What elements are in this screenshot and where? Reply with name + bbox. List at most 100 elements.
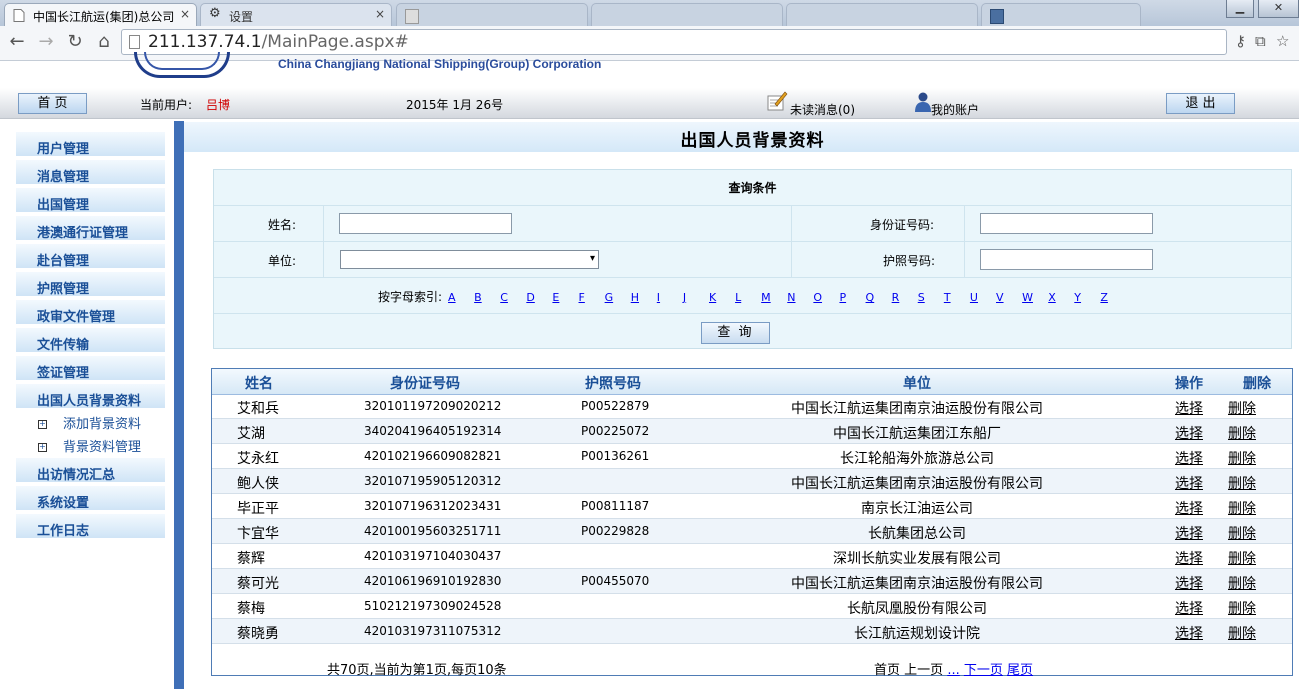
sidebar-item-background-info[interactable]: 出国人员背景资料 (16, 384, 165, 409)
browser-tab-main[interactable]: 中国长江航运(集团)总公司 × (4, 3, 197, 26)
delete-link[interactable]: 删除 (1228, 498, 1256, 518)
alpha-letter-u[interactable]: U (970, 291, 996, 304)
pager-next[interactable]: 下一页 (964, 663, 1003, 678)
logout-button[interactable]: 退 出 (1166, 93, 1235, 114)
pager-first[interactable]: 首页 (874, 663, 900, 678)
home-button[interactable]: 首 页 (18, 93, 87, 114)
delete-link[interactable]: 删除 (1228, 473, 1256, 493)
delete-link[interactable]: 删除 (1228, 398, 1256, 418)
sidebar-item-work-log[interactable]: 工作日志 (16, 514, 165, 539)
alpha-letter-v[interactable]: V (996, 291, 1022, 304)
select-link[interactable]: 选择 (1175, 573, 1203, 593)
close-window-button[interactable]: ✕ (1258, 0, 1299, 18)
alpha-letter-p[interactable]: P (839, 291, 865, 304)
alpha-letter-y[interactable]: Y (1074, 291, 1100, 304)
select-link[interactable]: 选择 (1175, 623, 1203, 643)
sidebar-item-file-transfer[interactable]: 文件传输 (16, 328, 165, 353)
key-icon[interactable]: ⚷ (1235, 32, 1246, 50)
alpha-letter-d[interactable]: D (526, 291, 552, 304)
pager-ellipsis[interactable]: ... (947, 663, 959, 678)
delete-link[interactable]: 删除 (1228, 523, 1256, 543)
alpha-letter-z[interactable]: Z (1100, 291, 1126, 304)
delete-link[interactable]: 删除 (1228, 423, 1256, 443)
id-number-input[interactable] (980, 213, 1153, 234)
sidebar-item-outbound-management[interactable]: 出国管理 (16, 188, 165, 213)
sidebar-item-political-review[interactable]: 政审文件管理 (16, 300, 165, 325)
alpha-letter-s[interactable]: S (918, 291, 944, 304)
delete-link[interactable]: 删除 (1228, 598, 1256, 618)
pager-last[interactable]: 尾页 (1007, 663, 1033, 678)
delete-link[interactable]: 删除 (1228, 623, 1256, 643)
minimize-button[interactable]: ▁ (1226, 0, 1254, 18)
alpha-letter-n[interactable]: N (787, 291, 813, 304)
sidebar-item-visit-summary[interactable]: 出访情况汇总 (16, 458, 165, 483)
sidebar-item-hk-macau-permit[interactable]: 港澳通行证管理 (16, 216, 165, 241)
sidebar-subitem-manage-background[interactable]: + 背景资料管理 (38, 436, 141, 455)
select-link[interactable]: 选择 (1175, 548, 1203, 568)
alpha-letter-m[interactable]: M (761, 291, 787, 304)
dropdown-arrow-icon: ▾ (589, 253, 595, 264)
alpha-letter-f[interactable]: F (579, 291, 605, 304)
address-bar[interactable]: 211.137.74.1/MainPage.aspx# (121, 29, 1227, 55)
alpha-letter-g[interactable]: G (605, 291, 631, 304)
sidebar-item-taiwan[interactable]: 赴台管理 (16, 244, 165, 269)
user-icon[interactable] (914, 91, 932, 113)
delete-link[interactable]: 删除 (1228, 573, 1256, 593)
back-arrow-icon[interactable]: ← (6, 31, 28, 53)
sidebar-item-passport[interactable]: 护照管理 (16, 272, 165, 297)
alpha-letter-r[interactable]: R (892, 291, 918, 304)
translate-icon[interactable]: ⧉ (1255, 32, 1266, 50)
sidebar-splitter (174, 121, 184, 689)
select-link[interactable]: 选择 (1175, 498, 1203, 518)
alpha-letter-a[interactable]: A (448, 291, 474, 304)
unit-select[interactable]: ▾ (340, 250, 599, 269)
alpha-letter-i[interactable]: I (657, 291, 683, 304)
select-link[interactable]: 选择 (1175, 473, 1203, 493)
alpha-letter-c[interactable]: C (500, 291, 526, 304)
browser-tab-settings[interactable]: ⚙ 设置 × (200, 3, 392, 26)
select-link[interactable]: 选择 (1175, 423, 1203, 443)
my-account-link[interactable]: 我的账户 (931, 101, 979, 118)
divider (214, 277, 1291, 278)
home-icon[interactable]: ⌂ (93, 31, 115, 53)
alpha-letter-b[interactable]: B (474, 291, 500, 304)
cell-unit: 深圳长航实业发展有限公司 (833, 551, 1001, 567)
close-icon[interactable]: × (375, 7, 385, 21)
sidebar-subitem-add-background[interactable]: + 添加背景资料 (38, 413, 141, 432)
name-input[interactable] (339, 213, 512, 234)
select-link[interactable]: 选择 (1175, 448, 1203, 468)
forward-arrow-icon[interactable]: → (35, 31, 57, 53)
sidebar-item-visa[interactable]: 签证管理 (16, 356, 165, 381)
browser-tab-blurred[interactable] (981, 3, 1141, 26)
sidebar-item-system-settings[interactable]: 系统设置 (16, 486, 165, 511)
delete-link[interactable]: 删除 (1228, 548, 1256, 568)
alpha-letter-t[interactable]: T (944, 291, 970, 304)
sidebar-item-message-management[interactable]: 消息管理 (16, 160, 165, 185)
select-link[interactable]: 选择 (1175, 598, 1203, 618)
alpha-letter-x[interactable]: X (1048, 291, 1074, 304)
alpha-letter-e[interactable]: E (552, 291, 578, 304)
select-link[interactable]: 选择 (1175, 523, 1203, 543)
pencil-note-icon[interactable] (766, 90, 788, 112)
browser-tab-blurred[interactable] (396, 3, 588, 26)
alpha-letter-j[interactable]: J (683, 291, 709, 304)
alpha-letter-o[interactable]: O (813, 291, 839, 304)
table-row: 蔡梅 510212197309024528 长航凤凰股份有限公司 选择 删除 (212, 594, 1292, 619)
passport-number-input[interactable] (980, 249, 1153, 270)
pager-prev[interactable]: 上一页 (904, 663, 943, 678)
alpha-letter-q[interactable]: Q (866, 291, 892, 304)
browser-tab-blurred[interactable] (591, 3, 783, 26)
search-button[interactable]: 查 询 (701, 322, 770, 344)
date-text: 2015年 1月 26号 (406, 98, 504, 112)
alpha-letter-h[interactable]: H (631, 291, 657, 304)
star-icon[interactable]: ☆ (1276, 32, 1289, 50)
delete-link[interactable]: 删除 (1228, 448, 1256, 468)
alpha-letter-w[interactable]: W (1022, 291, 1048, 304)
alpha-letter-l[interactable]: L (735, 291, 761, 304)
reload-icon[interactable]: ↻ (64, 31, 86, 53)
browser-tab-blurred[interactable] (786, 3, 978, 26)
alpha-letter-k[interactable]: K (709, 291, 735, 304)
select-link[interactable]: 选择 (1175, 398, 1203, 418)
close-icon[interactable]: × (180, 7, 190, 21)
unread-messages-link[interactable]: 未读消息(0) (790, 101, 855, 118)
